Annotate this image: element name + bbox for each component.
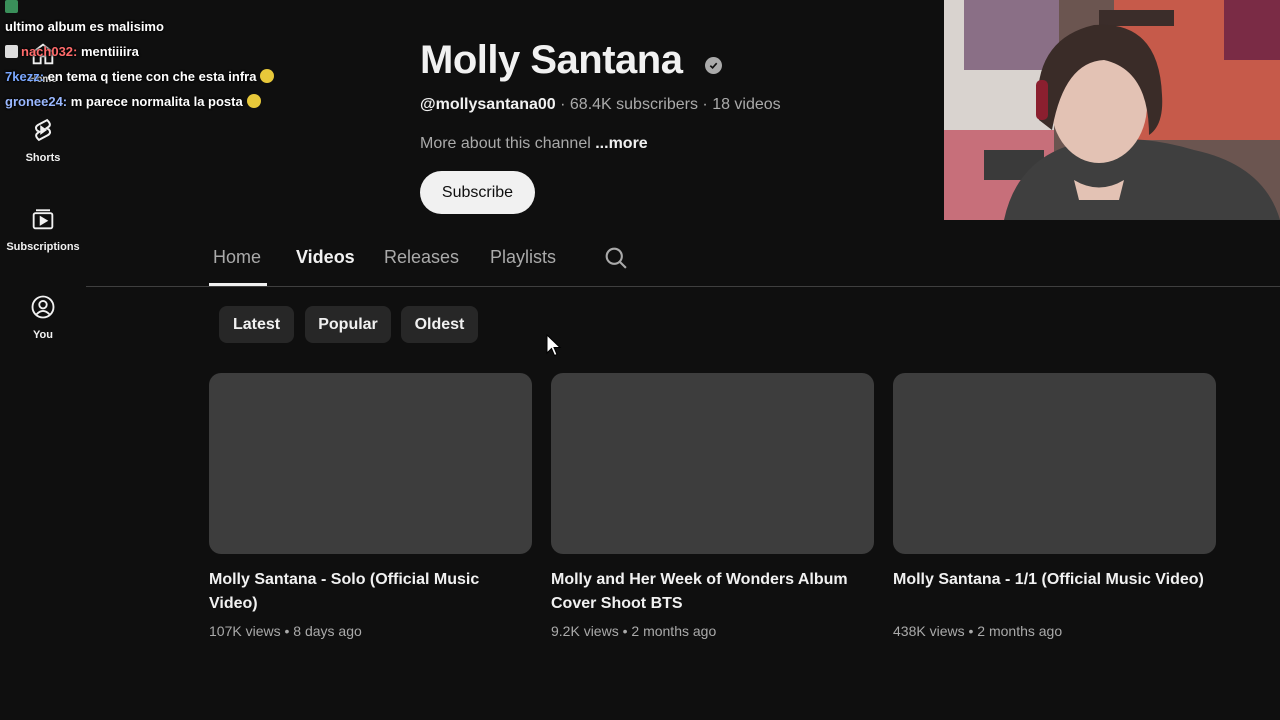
chat-badge-icon bbox=[5, 0, 18, 13]
webcam-image bbox=[944, 0, 1280, 220]
subscriptions-icon bbox=[32, 209, 54, 230]
meta-dot: • bbox=[284, 623, 290, 639]
chip-latest[interactable]: Latest bbox=[219, 306, 294, 343]
video-age: 2 months ago bbox=[977, 623, 1063, 639]
verified-icon bbox=[705, 57, 722, 74]
webcam-overlay bbox=[944, 0, 1280, 220]
video-views: 9.2K views bbox=[551, 623, 619, 639]
video-card[interactable]: Molly and Her Week of Wonders Album Cove… bbox=[551, 373, 874, 639]
chip-popular[interactable]: Popular bbox=[305, 306, 391, 343]
chat-username: 7kezz: bbox=[5, 69, 45, 84]
video-title[interactable]: Molly Santana - Solo (Official Music Vid… bbox=[209, 568, 532, 616]
about-text: More about this channel bbox=[420, 135, 591, 152]
chip-oldest[interactable]: Oldest bbox=[401, 306, 478, 343]
video-meta: 9.2K views • 2 months ago bbox=[551, 623, 874, 639]
tab-hover-underline bbox=[209, 283, 267, 286]
chat-message: en tema q tiene con che esta infra bbox=[47, 69, 257, 84]
meta-separator: · bbox=[702, 96, 708, 113]
rail-label-subscriptions: Subscriptions bbox=[6, 241, 80, 253]
tab-playlists[interactable]: Playlists bbox=[490, 247, 556, 268]
channel-handle: @mollysantana00 bbox=[420, 96, 556, 113]
meta-separator: · bbox=[560, 96, 566, 113]
subscriber-count: 68.4K subscribers bbox=[569, 96, 698, 113]
channel-tabs: Home Videos Releases Playlists bbox=[86, 237, 1280, 287]
video-count: 18 videos bbox=[712, 96, 781, 113]
video-views: 107K views bbox=[209, 623, 281, 639]
video-meta: 107K views • 8 days ago bbox=[209, 623, 532, 639]
chat-username: nach032: bbox=[21, 44, 78, 59]
chat-message: m parece normalita la posta bbox=[70, 94, 243, 109]
rail-item-subscriptions[interactable]: Subscriptions bbox=[0, 205, 86, 253]
video-card[interactable]: Molly Santana - 1/1 (Official Music Vide… bbox=[893, 373, 1216, 639]
tab-home[interactable]: Home bbox=[213, 247, 261, 268]
video-meta: 438K views • 2 months ago bbox=[893, 623, 1216, 639]
video-card[interactable]: Molly Santana - Solo (Official Music Vid… bbox=[209, 373, 532, 639]
rail-item-you[interactable]: You bbox=[0, 293, 86, 341]
video-age: 2 months ago bbox=[631, 623, 717, 639]
chat-badge-icon bbox=[5, 45, 18, 58]
chat-username: gronee24: bbox=[5, 94, 68, 109]
mouse-cursor-icon bbox=[546, 334, 562, 357]
channel-about[interactable]: More about this channel ...more bbox=[420, 135, 648, 153]
subscribe-button[interactable]: Subscribe bbox=[420, 171, 535, 214]
channel-meta: @mollysantana00 · 68.4K subscribers · 18… bbox=[420, 96, 781, 114]
video-thumbnail[interactable] bbox=[893, 373, 1216, 554]
chat-line: 7kezz: en tema q tiene con che esta infr… bbox=[5, 64, 425, 89]
search-icon[interactable] bbox=[602, 244, 630, 272]
you-icon bbox=[31, 295, 55, 319]
emote-icon bbox=[260, 69, 275, 83]
meta-dot: • bbox=[968, 623, 974, 639]
chat-message: mentiiiira bbox=[81, 44, 139, 59]
video-views: 438K views bbox=[893, 623, 965, 639]
meta-dot: • bbox=[622, 623, 628, 639]
video-age: 8 days ago bbox=[293, 623, 362, 639]
channel-name: Molly Santana bbox=[420, 38, 683, 82]
shorts-icon bbox=[34, 118, 52, 142]
tab-videos[interactable]: Videos bbox=[296, 247, 355, 268]
emote-icon bbox=[246, 94, 261, 108]
chat-message: ultimo album es malisimo bbox=[5, 19, 164, 34]
stream-chat-overlay: ultimo album es malisimo nach032: mentii… bbox=[5, 0, 425, 114]
video-title[interactable]: Molly Santana - 1/1 (Official Music Vide… bbox=[893, 568, 1216, 616]
rail-label-you: You bbox=[33, 329, 53, 341]
video-thumbnail[interactable] bbox=[551, 373, 874, 554]
more-link[interactable]: ...more bbox=[595, 135, 647, 152]
video-title[interactable]: Molly and Her Week of Wonders Album Cove… bbox=[551, 568, 874, 616]
rail-item-shorts[interactable]: Shorts bbox=[0, 116, 86, 164]
rail-label-shorts: Shorts bbox=[25, 152, 61, 164]
chat-line: ultimo album es malisimo bbox=[5, 14, 425, 39]
tab-releases[interactable]: Releases bbox=[384, 247, 459, 268]
video-thumbnail[interactable] bbox=[209, 373, 532, 554]
chat-line: nach032: mentiiiira bbox=[5, 39, 425, 64]
chat-line: gronee24: m parece normalita la posta bbox=[5, 89, 425, 114]
